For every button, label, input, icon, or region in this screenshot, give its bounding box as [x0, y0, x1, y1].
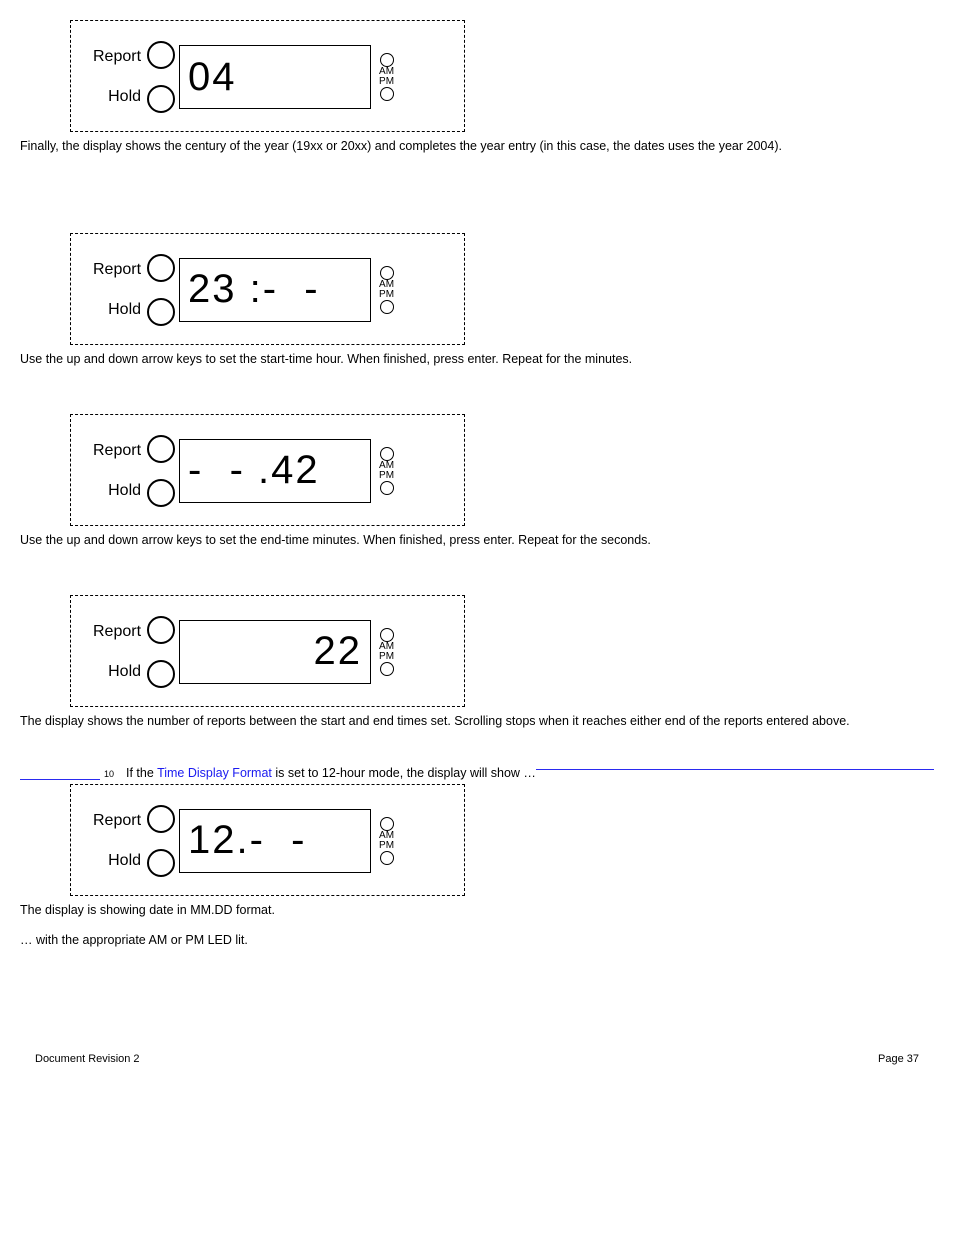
lcd-panel-4: Report Hold 22 AM PM	[70, 595, 465, 707]
pm-led	[380, 851, 394, 865]
ampm-indicators: AM PM	[379, 817, 394, 865]
display-value: - - .42	[188, 448, 320, 493]
left-labels: Report Hold	[93, 612, 141, 692]
report-hold-leds	[147, 427, 175, 515]
hold-label: Hold	[108, 841, 141, 881]
pm-label: PM	[379, 77, 394, 87]
lcd-panel-3: Report Hold - - .42 AM PM	[70, 414, 465, 526]
am-led	[380, 266, 394, 280]
hold-label: Hold	[108, 77, 141, 117]
pm-label: PM	[379, 290, 394, 300]
am-led	[380, 53, 394, 67]
am-led	[380, 628, 394, 642]
left-labels: Report Hold	[93, 431, 141, 511]
caption-3: Use the up and down arrow keys to set th…	[20, 532, 934, 549]
caption-4: The display shows the number of reports …	[20, 713, 934, 730]
lcd-display: - - .42	[179, 439, 371, 503]
caption-1: Finally, the display shows the century o…	[20, 138, 934, 155]
footer-left: Document Revision 2	[35, 1053, 140, 1065]
hold-label: Hold	[108, 471, 141, 511]
left-labels: Report Hold	[93, 37, 141, 117]
ampm-indicators: AM PM	[379, 628, 394, 676]
pm-label: PM	[379, 471, 394, 481]
left-labels: Report Hold	[93, 801, 141, 881]
lcd-panel-5: Report Hold 12.- - AM PM	[70, 784, 465, 896]
display-value: 22	[314, 629, 363, 674]
caption-2: Use the up and down arrow keys to set th…	[20, 351, 934, 368]
pm-led	[380, 662, 394, 676]
left-labels: Report Hold	[93, 250, 141, 330]
lcd-display: 22	[179, 620, 371, 684]
report-hold-leds	[147, 608, 175, 696]
report-label: Report	[93, 612, 141, 652]
report-led	[147, 41, 175, 69]
display-value: 04	[188, 55, 237, 100]
footnote-rule-left	[20, 779, 100, 780]
report-label: Report	[93, 801, 141, 841]
lcd-panel-1: Report Hold 04 AM PM	[70, 20, 465, 132]
am-label: AM	[379, 831, 394, 841]
hold-label: Hold	[108, 290, 141, 330]
ampm-indicators: AM PM	[379, 266, 394, 314]
footnote-area: 10 If the Time Display Format is set to …	[20, 766, 934, 780]
pm-label: PM	[379, 841, 394, 851]
display-value: 12.- -	[188, 818, 306, 863]
hold-led	[147, 660, 175, 688]
pm-led	[380, 300, 394, 314]
pm-led	[380, 87, 394, 101]
am-led	[380, 447, 394, 461]
pm-label: PM	[379, 652, 394, 662]
report-hold-leds	[147, 33, 175, 121]
footnote-number: 10	[104, 769, 114, 779]
hold-label: Hold	[108, 652, 141, 692]
page-footer: Document Revision 2 Page 37	[35, 1053, 919, 1065]
lcd-display: 12.- -	[179, 809, 371, 873]
hold-led	[147, 479, 175, 507]
footnote-rule-right	[536, 769, 934, 770]
am-led	[380, 817, 394, 831]
footer-right: Page 37	[878, 1053, 919, 1065]
ampm-indicators: AM PM	[379, 53, 394, 101]
footnote-link[interactable]: Time Display Format	[157, 766, 272, 780]
display-value: 23 :- -	[188, 267, 320, 312]
caption-5: The display is showing date in MM.DD for…	[20, 902, 934, 919]
pm-led	[380, 481, 394, 495]
report-led	[147, 616, 175, 644]
footnote-text: If the Time Display Format is set to 12-…	[126, 766, 536, 780]
report-label: Report	[93, 431, 141, 471]
footnote-post: is set to 12-hour mode, the display will…	[275, 766, 536, 780]
report-hold-leds	[147, 797, 175, 885]
report-led	[147, 435, 175, 463]
hold-led	[147, 849, 175, 877]
ampm-indicators: AM PM	[379, 447, 394, 495]
report-hold-leds	[147, 246, 175, 334]
report-label: Report	[93, 37, 141, 77]
lcd-panel-2: Report Hold 23 :- - AM PM	[70, 233, 465, 345]
lcd-display: 23 :- -	[179, 258, 371, 322]
report-label: Report	[93, 250, 141, 290]
hold-led	[147, 85, 175, 113]
lcd-display: 04	[179, 45, 371, 109]
footnote-pre: If the	[126, 766, 157, 780]
report-led	[147, 254, 175, 282]
continuation-text: … with the appropriate AM or PM LED lit.	[20, 932, 934, 949]
hold-led	[147, 298, 175, 326]
report-led	[147, 805, 175, 833]
